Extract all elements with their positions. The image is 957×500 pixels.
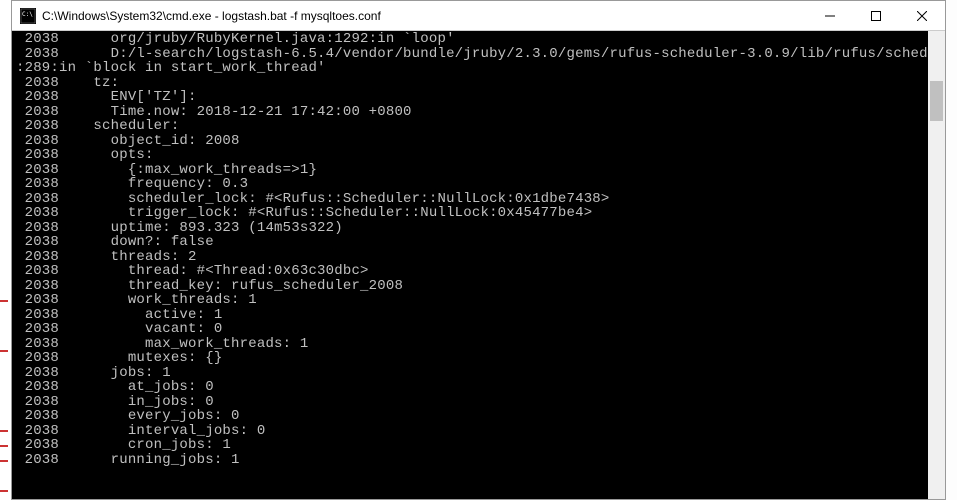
terminal-line: 2038 mutexes: {} <box>16 351 941 366</box>
window-title: C:\Windows\System32\cmd.exe - logstash.b… <box>42 9 807 23</box>
terminal-line: 2038 interval_jobs: 0 <box>16 424 941 439</box>
terminal-line: 2038 org/jruby/RubyKernel.java:1292:in `… <box>16 32 941 47</box>
svg-text:C:\: C:\ <box>22 11 33 18</box>
vertical-scrollbar[interactable] <box>928 31 945 499</box>
terminal-line: 2038 every_jobs: 0 <box>16 409 941 424</box>
terminal-line: 2038 thread_key: rufus_scheduler_2008 <box>16 279 941 294</box>
terminal-line: 2038 tz: <box>16 76 941 91</box>
terminal-line: 2038 scheduler: <box>16 119 941 134</box>
terminal-line: 2038 scheduler_lock: #<Rufus::Scheduler:… <box>16 192 941 207</box>
terminal-output[interactable]: 2038 org/jruby/RubyKernel.java:1292:in `… <box>12 31 945 499</box>
left-gutter <box>0 0 11 500</box>
minimize-button[interactable] <box>807 1 853 30</box>
maximize-button[interactable] <box>853 1 899 30</box>
terminal-line: 2038 max_work_threads: 1 <box>16 337 941 352</box>
right-gutter <box>946 0 957 500</box>
terminal-line: 2038 {:max_work_threads=>1} <box>16 163 941 178</box>
terminal-line: 2038 vacant: 0 <box>16 322 941 337</box>
cmd-icon: C:\ <box>20 8 36 24</box>
terminal-line: 2038 cron_jobs: 1 <box>16 438 941 453</box>
scrollbar-thumb[interactable] <box>930 81 943 121</box>
terminal-line: 2038 Time.now: 2018-12-21 17:42:00 +0800 <box>16 105 941 120</box>
terminal-line: 2038 ENV['TZ']: <box>16 90 941 105</box>
titlebar[interactable]: C:\ C:\Windows\System32\cmd.exe - logsta… <box>12 1 945 31</box>
cmd-window: C:\ C:\Windows\System32\cmd.exe - logsta… <box>11 0 946 500</box>
terminal-line: 2038 running_jobs: 1 <box>16 453 941 468</box>
terminal-line: :289:in `block in start_work_thread' <box>16 61 941 76</box>
terminal-line: 2038 at_jobs: 0 <box>16 380 941 395</box>
terminal-line: 2038 D:/l-search/logstash-6.5.4/vendor/b… <box>16 47 941 62</box>
terminal-line: 2038 opts: <box>16 148 941 163</box>
terminal-line: 2038 thread: #<Thread:0x63c30dbc> <box>16 264 941 279</box>
terminal-line: 2038 work_threads: 1 <box>16 293 941 308</box>
terminal-line: 2038 jobs: 1 <box>16 366 941 381</box>
terminal-line: 2038 down?: false <box>16 235 941 250</box>
terminal-line: 2038 object_id: 2008 <box>16 134 941 149</box>
terminal-line: 2038 active: 1 <box>16 308 941 323</box>
terminal-line: 2038 in_jobs: 0 <box>16 395 941 410</box>
window-controls <box>807 1 945 30</box>
close-button[interactable] <box>899 1 945 30</box>
terminal-line: 2038 frequency: 0.3 <box>16 177 941 192</box>
terminal-line: 2038 threads: 2 <box>16 250 941 265</box>
terminal-line: 2038 trigger_lock: #<Rufus::Scheduler::N… <box>16 206 941 221</box>
terminal-line: 2038 uptime: 893.323 (14m53s322) <box>16 221 941 236</box>
